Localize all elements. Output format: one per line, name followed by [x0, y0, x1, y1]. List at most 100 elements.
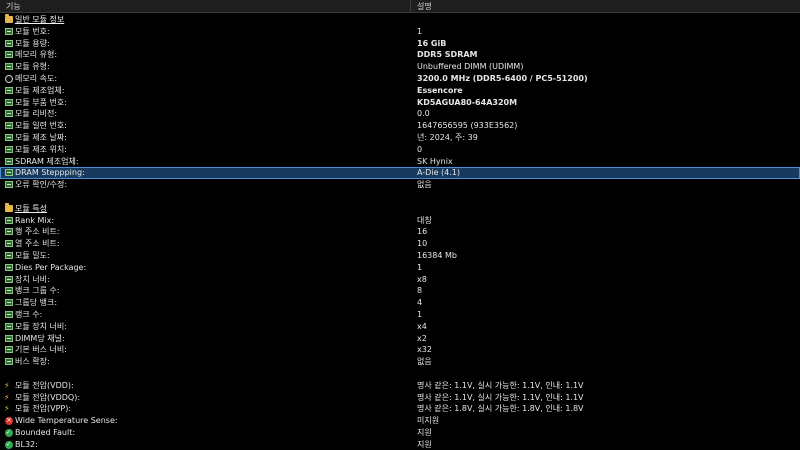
item-value: 1: [417, 262, 423, 272]
memory-module-icon: [5, 98, 13, 106]
memory-module-icon: [5, 169, 13, 177]
item-value: KD5AGUA80-64A320M: [417, 97, 518, 107]
list-item[interactable]: 모듈 용량: 16 GiB: [0, 38, 800, 50]
item-value: Essencore: [417, 85, 463, 95]
item-label: 모듈 제조업체:: [15, 85, 65, 95]
item-value: 명사 같은: 1.8V, 실시 가능한: 1.8V, 인내: 1.8V: [417, 404, 584, 414]
list-item[interactable]: 모듈 일련 번호: 1647656595 (933E3562): [0, 120, 800, 132]
list-item[interactable]: Wide Temperature Sense: 미지원: [0, 415, 800, 427]
memory-module-icon: [5, 299, 13, 307]
item-label: 모듈 제조 날짜:: [15, 132, 67, 142]
list-item[interactable]: 그룹당 뱅크: 4: [0, 297, 800, 309]
memory-module-icon: [5, 27, 13, 35]
item-value: 1: [417, 26, 423, 36]
item-value: 미지원: [417, 416, 440, 426]
memory-module-icon: [5, 263, 13, 271]
list-item[interactable]: 모듈 제조 위치: 0: [0, 144, 800, 156]
list-item[interactable]: 행 주소 비트: 16: [0, 226, 800, 238]
list-item[interactable]: 장치 너비: x8: [0, 274, 800, 286]
list-item[interactable]: 모듈 전압(VPP): 명사 같은: 1.8V, 실시 가능한: 1.8V, 인내…: [0, 403, 800, 415]
item-value: 0: [417, 144, 423, 154]
list-item[interactable]: 모듈 리비전: 0.0: [0, 108, 800, 120]
item-value: 16 GiB: [417, 38, 447, 48]
item-label: 모듈 전압(VDDQ):: [15, 392, 81, 402]
item-value: 년: 2024, 주: 39: [417, 132, 478, 142]
item-label: 모듈 전압(VPP):: [15, 404, 72, 414]
list-item[interactable]: 모듈 제조업체: Essencore: [0, 85, 800, 97]
item-label: 모듈 장치 너비:: [15, 321, 67, 331]
memory-module-icon: [5, 228, 13, 236]
item-label: DIMM당 채널:: [15, 333, 65, 343]
list-item[interactable]: 메모리 유형: DDR5 SDRAM: [0, 49, 800, 61]
memory-module-icon: [5, 110, 13, 118]
item-value: 4: [417, 298, 423, 308]
item-value: x4: [417, 321, 427, 331]
list-item[interactable]: Dies Per Package: 1: [0, 262, 800, 274]
item-label: SDRAM 제조업체:: [15, 156, 79, 166]
list-item[interactable]: 모듈 유형: Unbuffered DIMM (UDIMM): [0, 61, 800, 73]
memory-module-icon: [5, 145, 13, 153]
item-label: BL32:: [15, 439, 38, 449]
item-value: 16: [417, 227, 428, 237]
item-value: 8: [417, 286, 423, 296]
lightning-icon: [4, 380, 13, 392]
list-item[interactable]: 메모리 속도: 3200.0 MHz (DDR5-6400 / PC5-51200…: [0, 73, 800, 85]
memory-module-icon: [5, 358, 13, 366]
item-label: 모듈 특성: [15, 203, 47, 213]
item-label: Rank Mix:: [15, 215, 55, 225]
item-value: 1: [417, 309, 423, 319]
item-label: 오류 확인/수정:: [15, 180, 68, 190]
column-header: 기능 설명: [0, 0, 800, 13]
list-item[interactable]: 모듈 제조 날짜: 년: 2024, 주: 39: [0, 132, 800, 144]
list-item[interactable]: 기본 버스 너비: x32: [0, 344, 800, 356]
item-label: 모듈 번호:: [15, 26, 50, 36]
list-item[interactable]: 모듈 밀도: 16384 Mb: [0, 250, 800, 262]
list-item[interactable]: Rank Mix: 대칭: [0, 215, 800, 227]
item-label: 랭크 수:: [15, 309, 43, 319]
list-item[interactable]: 열 주소 비트: 10: [0, 238, 800, 250]
item-label: 모듈 제조 위치:: [15, 144, 67, 154]
item-value: 지원: [417, 439, 432, 449]
list-item[interactable]: 오류 확인/수정: 없음: [0, 179, 800, 191]
memory-module-icon: [5, 251, 13, 259]
list-item[interactable]: Bounded Fault: 지원: [0, 427, 800, 439]
memory-module-icon: [5, 216, 13, 224]
list-item[interactable]: DRAM Steppping: A-Die (4.1): [0, 167, 800, 180]
memory-module-icon: [5, 133, 13, 141]
item-label: 장치 너비:: [15, 274, 50, 284]
list-item[interactable]: 버스 확장: 없음: [0, 356, 800, 368]
list-item[interactable]: 모듈 전압(VDD): 명사 같은: 1.1V, 실시 가능한: 1.1V, 인내…: [0, 380, 800, 392]
list-item[interactable]: 뱅크 그룹 수: 8: [0, 285, 800, 297]
item-value: SK Hynix: [417, 156, 453, 166]
list-item[interactable]: 모듈 번호: 1: [0, 26, 800, 38]
item-value: x2: [417, 333, 427, 343]
item-label: 행 주소 비트:: [15, 227, 60, 237]
item-label: 모듈 일련 번호:: [15, 121, 67, 131]
item-value: x32: [417, 345, 432, 355]
list-item[interactable]: BL32: 지원: [0, 439, 800, 450]
list-item[interactable]: 모듈 전압(VDDQ): 명사 같은: 1.1V, 실시 가능한: 1.1V, 인…: [0, 392, 800, 404]
column-feature[interactable]: 기능: [0, 0, 411, 13]
item-value: 대칭: [417, 215, 432, 225]
list-item[interactable]: DIMM당 채널: x2: [0, 333, 800, 345]
section-header[interactable]: 일반 모듈 정보: [0, 14, 800, 26]
item-value: Unbuffered DIMM (UDIMM): [417, 62, 524, 72]
item-value: x8: [417, 274, 427, 284]
memory-module-icon: [5, 122, 13, 130]
item-value: 없음: [417, 357, 432, 367]
unsupported-icon: [5, 415, 13, 427]
item-value: 3200.0 MHz (DDR5-6400 / PC5-51200): [417, 73, 588, 83]
item-label: Wide Temperature Sense:: [15, 416, 118, 426]
list-item[interactable]: SDRAM 제조업체: SK Hynix: [0, 156, 800, 168]
item-label: 모듈 부품 번호:: [15, 97, 67, 107]
section-header[interactable]: 모듈 특성: [0, 202, 800, 215]
item-label: 일반 모듈 정보: [15, 15, 65, 24]
item-label: 모듈 리비전:: [15, 109, 58, 119]
list-item[interactable]: 모듈 부품 번호: KD5AGUA80-64A320M: [0, 97, 800, 109]
list-item[interactable]: 랭크 수: 1: [0, 309, 800, 321]
memory-module-icon: [5, 240, 13, 248]
item-value: 16384 Mb: [417, 250, 457, 260]
column-description[interactable]: 설명: [411, 0, 432, 13]
list-item[interactable]: 모듈 장치 너비: x4: [0, 321, 800, 333]
item-label: 모듈 밀도:: [15, 250, 50, 260]
